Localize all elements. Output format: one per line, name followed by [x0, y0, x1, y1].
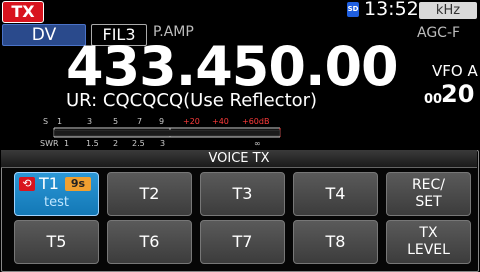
ur-callsign[interactable]: UR: CQCQCQ(Use Reflector) — [66, 90, 317, 111]
repeat-icon: ⟲ — [19, 177, 35, 191]
voice-tx-t2-button[interactable]: T2 — [107, 172, 192, 216]
tx-level-line2: LEVEL — [407, 242, 450, 258]
memory-channel-prefix: 00 — [424, 92, 443, 107]
swr-label: SWR — [40, 139, 59, 148]
meter-bar — [53, 129, 281, 137]
s-plus-tick: +60dB — [242, 117, 269, 126]
t1-duration: 9s — [65, 177, 91, 191]
voice-tx-t4-button[interactable]: T4 — [293, 172, 378, 216]
swr-tick: 3 — [160, 139, 165, 148]
voice-tx-t3-button[interactable]: T3 — [200, 172, 285, 216]
rec-set-line2: SET — [415, 194, 442, 210]
t1-label: test — [44, 195, 69, 210]
s-tick: 3 — [87, 117, 92, 126]
voice-tx-t1-button[interactable]: ⟲ T1 9s test — [14, 172, 99, 216]
voice-tx-t7-button[interactable]: T7 — [200, 220, 285, 264]
voice-tx-t6-button[interactable]: T6 — [107, 220, 192, 264]
frequency-display[interactable]: 433.450.00 — [66, 37, 399, 97]
voice-tx-t8-button[interactable]: T8 — [293, 220, 378, 264]
memory-channel-number: 20 — [441, 80, 475, 108]
tx-level-button[interactable]: TX LEVEL — [386, 220, 471, 264]
s-tick: 5 — [113, 117, 118, 126]
swr-infinity: ∞ — [254, 139, 261, 148]
s-tick: 9 — [159, 117, 164, 126]
s-tick: 1 — [57, 117, 62, 126]
voice-tx-t5-button[interactable]: T5 — [14, 220, 99, 264]
panel-title: VOICE TX — [1, 150, 477, 168]
t1-name: T1 — [39, 174, 59, 193]
swr-tick: 2.5 — [132, 139, 145, 148]
tx-indicator: TX — [2, 1, 44, 23]
swr-tick: 1 — [64, 139, 69, 148]
sd-card-icon: SD — [347, 2, 359, 17]
s-plus-tick: +20 — [183, 117, 200, 126]
s-label: S — [43, 117, 48, 126]
swr-tick: 1.5 — [86, 139, 99, 148]
swr-tick: 2 — [113, 139, 118, 148]
rec-set-button[interactable]: REC/ SET — [386, 172, 471, 216]
clock: 13:52 — [364, 0, 419, 20]
s-plus-tick: +40 — [212, 117, 229, 126]
s-tick: 7 — [137, 117, 142, 126]
khz-button[interactable]: kHz — [419, 2, 477, 19]
tx-level-line1: TX — [419, 225, 438, 241]
s-meter: S 1 3 5 7 9 +20 +40 +60dB SWR 1 1.5 2 2.… — [40, 117, 281, 148]
agc-indicator: AGC-F — [417, 25, 461, 41]
rec-set-line1: REC/ — [411, 177, 446, 193]
vfo-indicator: VFO A — [432, 62, 478, 80]
